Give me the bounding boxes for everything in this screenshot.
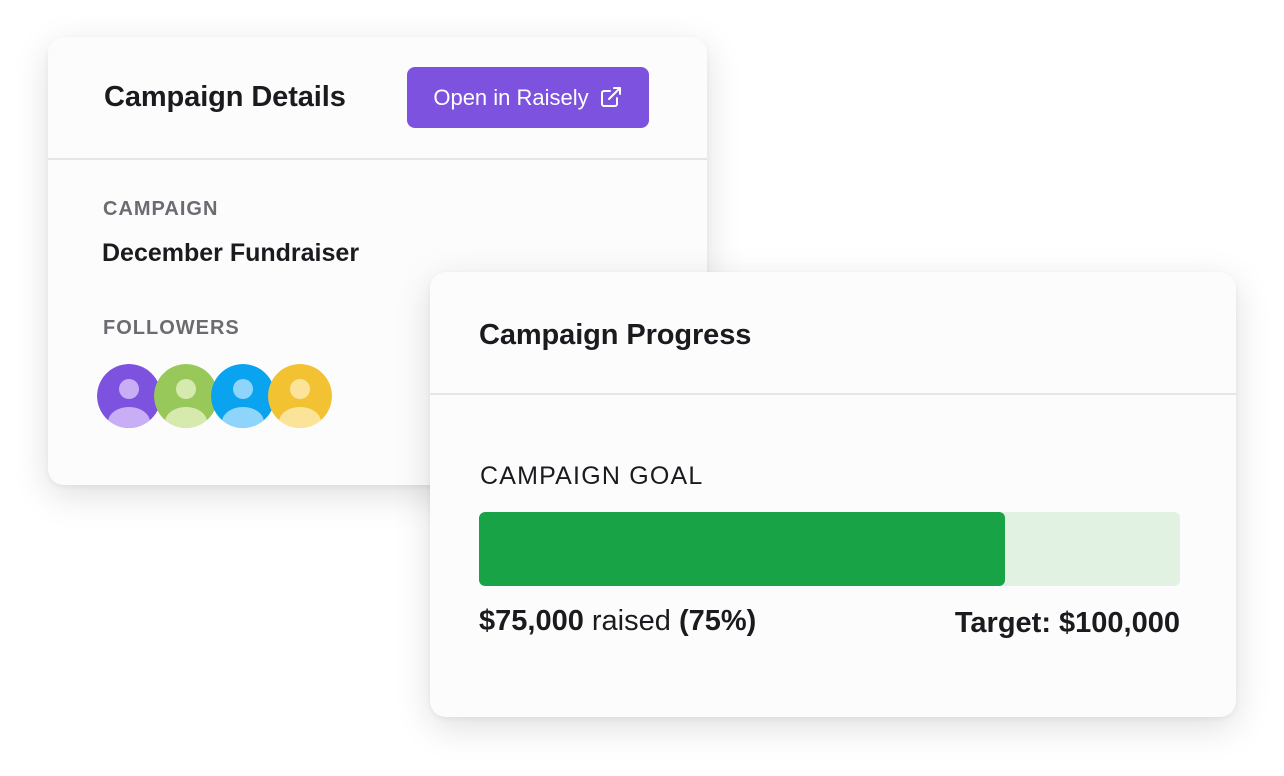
campaign-progress-card: Campaign Progress CAMPAIGN GOAL $75,000 … [430, 272, 1236, 717]
followers-avatar-group [97, 364, 347, 428]
user-avatar-icon[interactable] [97, 364, 161, 428]
target-amount: Target: $100,000 [954, 607, 1180, 639]
details-card-title: Campaign Details [104, 81, 346, 113]
open-button-label: Open in Raisely [433, 84, 589, 110]
progress-card-header: Campaign Progress [430, 272, 1236, 395]
open-in-raisely-button[interactable]: Open in Raisely [407, 67, 649, 128]
progress-bar-track [479, 512, 1180, 586]
campaign-label: CAMPAIGN [103, 198, 219, 220]
details-card-header: Campaign Details Open in Raisely [48, 37, 707, 160]
campaign-goal-label: CAMPAIGN GOAL [480, 462, 704, 490]
raised-summary: $75,000 raised (75%) [479, 605, 756, 638]
user-avatar-icon[interactable] [268, 364, 332, 428]
raised-amount: $75,000 [479, 605, 584, 637]
campaign-name: December Fundraiser [102, 239, 360, 267]
progress-card-title: Campaign Progress [479, 319, 752, 351]
raised-word: raised [583, 605, 679, 637]
stage: Campaign Details Open in Raisely CAMPAIG… [0, 0, 1284, 776]
followers-label: FOLLOWERS [103, 317, 240, 339]
external-link-icon [599, 85, 623, 109]
raised-percent: (75%) [678, 605, 757, 637]
user-avatar-icon[interactable] [154, 364, 218, 428]
user-avatar-icon[interactable] [211, 364, 275, 428]
progress-bar-fill [479, 512, 1005, 586]
